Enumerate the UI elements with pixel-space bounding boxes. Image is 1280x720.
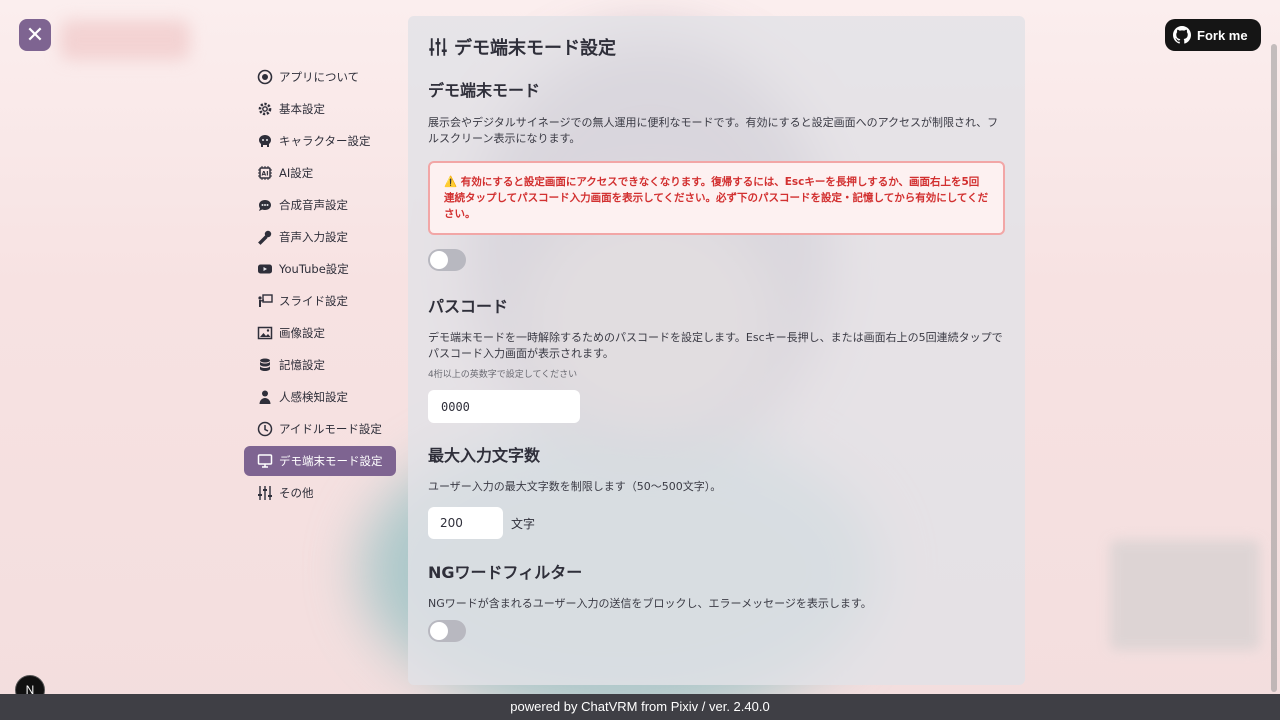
sidebar-item-voice-input[interactable]: 音声入力設定: [244, 222, 396, 252]
database-icon: [259, 358, 270, 371]
sidebar-item-label: アプリについて: [279, 70, 360, 84]
sidebar-item-label: 基本設定: [279, 102, 325, 116]
sidebar-item-memory[interactable]: 記憶設定: [244, 350, 396, 380]
sidebar-item-character[interactable]: キャラクター設定: [244, 126, 396, 156]
sidebar-item-label: 記憶設定: [279, 358, 325, 372]
max-chars-unit: 文字: [511, 516, 536, 531]
demo-mode-heading: デモ端末モード: [428, 81, 541, 100]
clock-icon: [257, 421, 272, 437]
footer-bar: powered by ChatVRM from Pixiv / ver. 2.4…: [0, 694, 1280, 720]
character-icon: [258, 135, 271, 147]
passcode-input[interactable]: [428, 390, 580, 423]
ng-filter-toggle[interactable]: [428, 620, 466, 642]
ng-filter-heading: NGワードフィルター: [428, 563, 583, 582]
svg-text:AI: AI: [261, 171, 268, 178]
sidebar-item-label: AI設定: [279, 166, 314, 180]
sidebar-item-ai[interactable]: AI AI設定: [244, 158, 396, 188]
gear-icon: [258, 102, 271, 116]
passcode-description: デモ端末モードを一時解除するためのパスコードを設定します。Escキー長押し、また…: [428, 331, 1003, 360]
sidebar-item-other[interactable]: その他: [244, 478, 396, 508]
sidebar-item-youtube[interactable]: YouTube設定: [244, 254, 396, 284]
sidebar-item-image[interactable]: 画像設定: [244, 318, 396, 348]
demo-mode-toggle[interactable]: [428, 249, 466, 271]
sidebar-item-presence[interactable]: 人感検知設定: [244, 382, 396, 412]
page-title-text: デモ端末モード設定: [454, 38, 616, 59]
sidebar-item-slide[interactable]: スライド設定: [244, 286, 396, 316]
sidebar-item-label: 人感検知設定: [279, 390, 348, 404]
sliders-icon: [257, 486, 272, 500]
passcode-hint: 4桁以上の英数字で設定してください: [428, 370, 578, 380]
close-icon: ✕: [25, 22, 45, 48]
person-icon: [259, 390, 270, 404]
ng-filter-description: NGワードが含まれるユーザー入力の送信をブロックし、エラーメッセージを表示します…: [428, 597, 872, 610]
monitor-icon: [257, 454, 272, 468]
page-scrollbar[interactable]: [1271, 44, 1277, 692]
fork-me-label: Fork me: [1197, 27, 1248, 43]
max-chars-description: ユーザー入力の最大文字数を制限します（50〜500文字）。: [428, 480, 722, 493]
warning-text: ⚠️ 有効にすると設定画面にアクセスできなくなります。復帰するには、Escキーを…: [444, 176, 989, 220]
page-title: デモ端末モード設定: [428, 34, 1005, 60]
settings-panel: デモ端末モード設定 デモ端末モード 展示会やデジタルサイネージでの無人運用に便利…: [408, 16, 1025, 685]
settings-sidebar: アプリについて 基本設定 キャラクター設定 AI AI設定 合成音声設定 音声入…: [244, 62, 396, 510]
max-chars-input[interactable]: [428, 507, 503, 539]
demo-mode-warning: ⚠️ 有効にすると設定画面にアクセスできなくなります。復帰するには、Escキーを…: [428, 161, 1005, 235]
max-chars-heading: 最大入力文字数: [428, 446, 541, 465]
youtube-icon: [257, 264, 272, 274]
demo-mode-description: 展示会やデジタルサイネージでの無人運用に便利なモードです。有効にすると設定画面へ…: [428, 116, 999, 145]
sidebar-item-about[interactable]: アプリについて: [244, 62, 396, 92]
passcode-heading: パスコード: [428, 297, 509, 316]
sidebar-item-label: その他: [279, 486, 314, 500]
presentation-icon: [257, 294, 273, 307]
github-icon: [1173, 26, 1191, 44]
sidebar-item-label: スライド設定: [279, 294, 348, 308]
footer-text: powered by ChatVRM from Pixiv / ver. 2.4…: [510, 699, 770, 714]
close-settings-button[interactable]: ✕: [19, 19, 51, 51]
sliders-icon: [429, 38, 447, 56]
sidebar-item-label: 画像設定: [279, 326, 325, 340]
sidebar-item-label: アイドルモード設定: [279, 422, 382, 436]
sidebar-item-basic[interactable]: 基本設定: [244, 94, 396, 124]
microphone-icon: [257, 230, 271, 245]
info-icon: [257, 69, 272, 85]
sidebar-item-label: キャラクター設定: [279, 134, 371, 148]
sidebar-item-label: 音声入力設定: [279, 230, 348, 244]
sidebar-item-label: デモ端末モード設定: [279, 454, 383, 468]
sidebar-item-label: 合成音声設定: [279, 198, 348, 212]
sidebar-item-tts[interactable]: 合成音声設定: [244, 190, 396, 220]
ai-chip-icon: AI: [257, 166, 272, 180]
sidebar-item-demo-mode[interactable]: デモ端末モード設定: [244, 446, 396, 476]
sidebar-item-idle[interactable]: アイドルモード設定: [244, 414, 396, 444]
image-icon: [257, 326, 272, 340]
sidebar-item-label: YouTube設定: [279, 262, 349, 276]
speech-bubble-icon: [258, 200, 271, 211]
fork-me-button[interactable]: Fork me: [1165, 19, 1261, 51]
